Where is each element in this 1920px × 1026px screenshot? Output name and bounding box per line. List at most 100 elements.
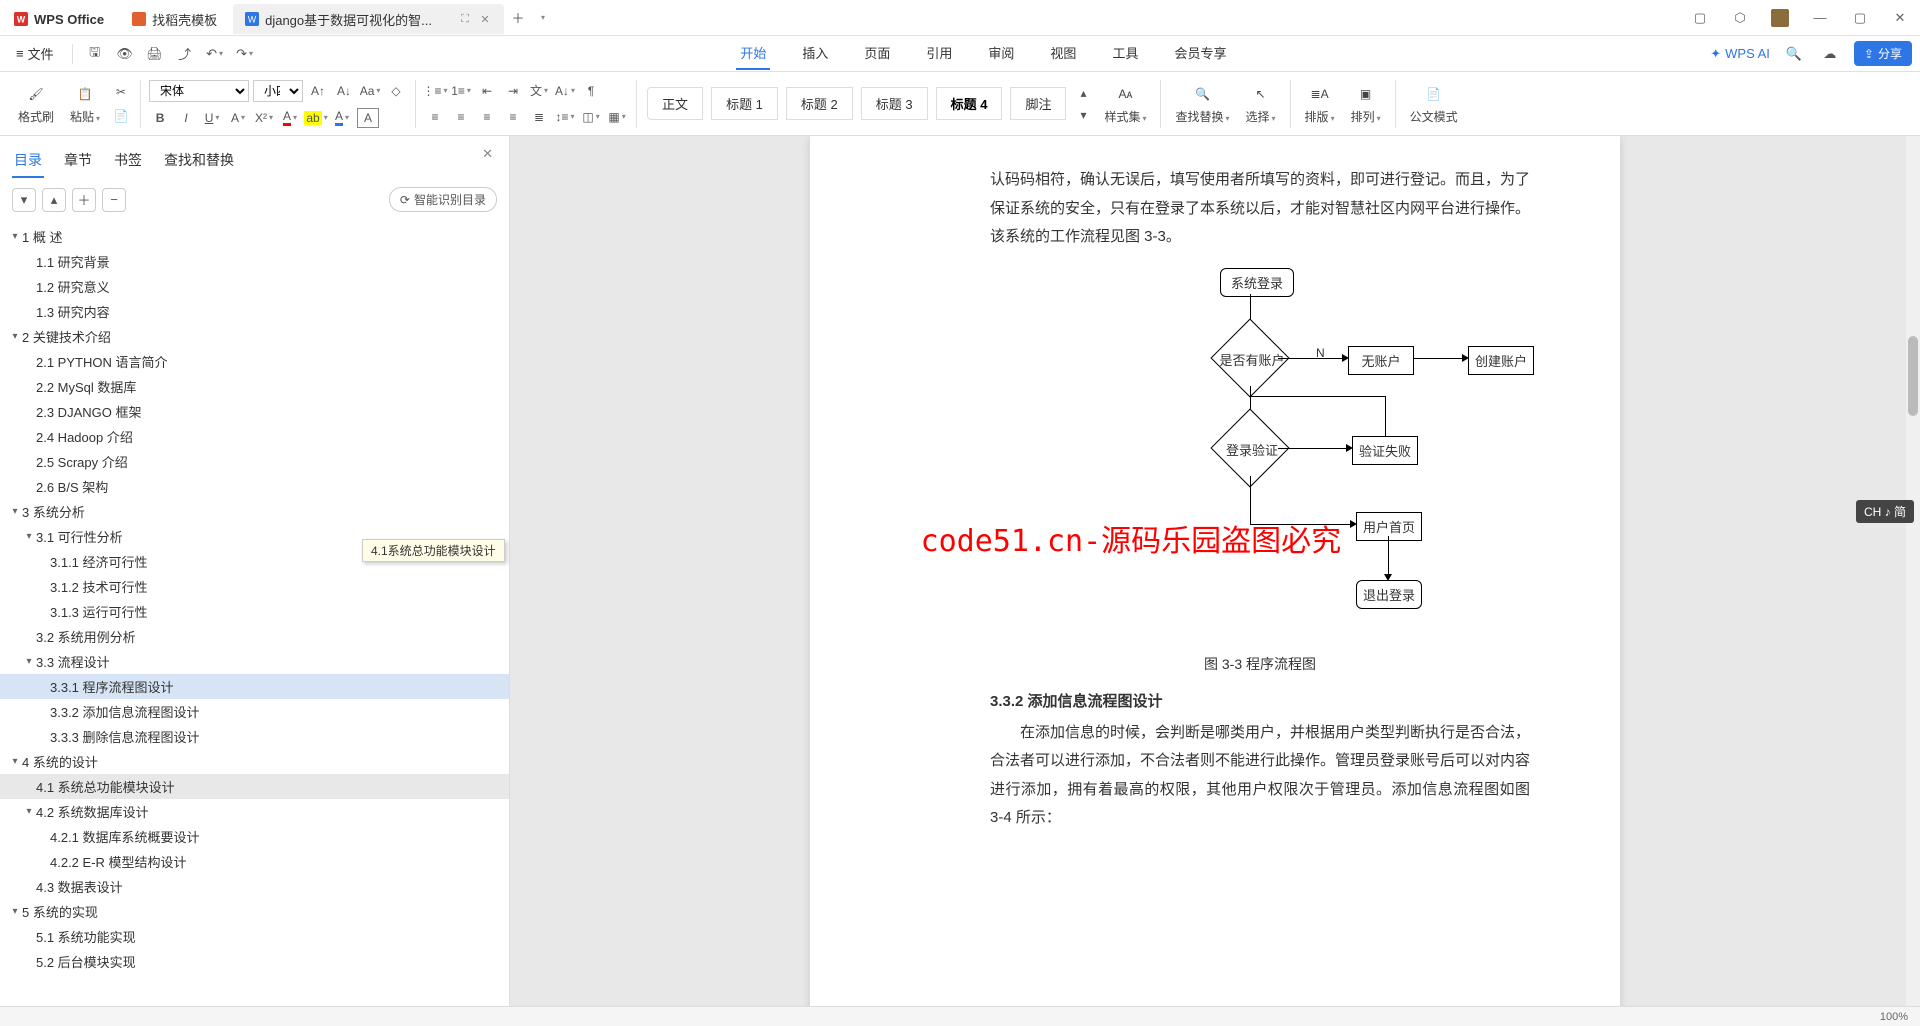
- decrease-font-icon[interactable]: A↓: [333, 81, 355, 101]
- underline-button[interactable]: U▾: [201, 108, 223, 128]
- smart-detect-button[interactable]: ⟳ 智能识别目录: [389, 187, 497, 212]
- outline-item[interactable]: ▾1 概 述: [0, 224, 509, 249]
- justify-icon[interactable]: ≡: [502, 107, 524, 127]
- style-gallery-up-icon[interactable]: ▴: [1072, 83, 1094, 103]
- tab-document[interactable]: W django基于数据可视化的智... ⛶ ✕: [233, 4, 504, 34]
- find-replace-button[interactable]: 🔍 查找替换▾: [1169, 80, 1235, 127]
- outline-item[interactable]: 4.1 系统总功能模块设计: [0, 774, 509, 799]
- document-area[interactable]: 认码码相符，确认无误后，填写使用者所填写的资料，即可进行登记。而且，为了保证系统…: [510, 136, 1920, 1006]
- outline-item[interactable]: ▾4.2 系统数据库设计: [0, 799, 509, 824]
- maximize-tab-icon[interactable]: ⛶: [458, 12, 472, 26]
- user-avatar-icon[interactable]: [1760, 0, 1800, 36]
- font-color-button[interactable]: A▾: [279, 108, 301, 128]
- remove-button[interactable]: −: [102, 188, 126, 212]
- outline-item[interactable]: 1.3 研究内容: [0, 299, 509, 324]
- outline-item[interactable]: 2.4 Hadoop 介绍: [0, 424, 509, 449]
- outline-item[interactable]: 2.6 B/S 架构: [0, 474, 509, 499]
- sidebar-tab-bookmark[interactable]: 书签: [112, 144, 144, 178]
- outline-item[interactable]: 4.2.2 E-R 模型结构设计: [0, 849, 509, 874]
- style-h3[interactable]: 标题 3: [861, 87, 928, 120]
- chevron-down-icon[interactable]: ▾: [8, 331, 22, 342]
- layout-button[interactable]: ≣A 排版▾: [1299, 80, 1341, 127]
- outline-item[interactable]: ▾2 关键技术介绍: [0, 324, 509, 349]
- new-tab-button[interactable]: ＋: [506, 6, 530, 30]
- save-icon[interactable]: 🖫: [83, 42, 107, 66]
- scrollbar-vertical[interactable]: [1906, 136, 1920, 1006]
- tab-view[interactable]: 视图: [1046, 37, 1080, 70]
- outline-item[interactable]: 3.3.2 添加信息流程图设计: [0, 699, 509, 724]
- chevron-down-icon[interactable]: ▾: [8, 231, 22, 242]
- outline-item[interactable]: 3.2 系统用例分析: [0, 624, 509, 649]
- outline-item[interactable]: 2.5 Scrapy 介绍: [0, 449, 509, 474]
- sidebar-tab-chapter[interactable]: 章节: [62, 144, 94, 178]
- outline-item[interactable]: 4.2.1 数据库系统概要设计: [0, 824, 509, 849]
- tab-tools[interactable]: 工具: [1108, 37, 1142, 70]
- close-button[interactable]: ✕: [1880, 0, 1920, 36]
- chevron-down-icon[interactable]: ▾: [22, 656, 36, 667]
- clear-format-icon[interactable]: ◇: [385, 81, 407, 101]
- outline-item[interactable]: 4.3 数据表设计: [0, 874, 509, 899]
- outline-item[interactable]: 1.2 研究意义: [0, 274, 509, 299]
- outline-item[interactable]: 2.3 DJANGO 框架: [0, 399, 509, 424]
- sort-icon[interactable]: A↓▾: [554, 81, 576, 101]
- superscript-button[interactable]: X²▾: [253, 108, 275, 128]
- text-direction-icon[interactable]: 文▾: [528, 81, 550, 101]
- outline-item[interactable]: 5.1 系统功能实现: [0, 924, 509, 949]
- scrollbar-thumb[interactable]: [1908, 336, 1918, 416]
- bullets-icon[interactable]: ⋮≡▾: [424, 81, 446, 101]
- style-footnote[interactable]: 脚注: [1010, 87, 1066, 120]
- zoom-level[interactable]: 100%: [1880, 1011, 1908, 1023]
- doc-mode-button[interactable]: 📄 公文模式: [1404, 80, 1464, 127]
- tab-review[interactable]: 审阅: [984, 37, 1018, 70]
- format-painter-button[interactable]: 🖌 格式刷: [12, 80, 60, 127]
- char-border-button[interactable]: A: [357, 108, 379, 128]
- align-left-icon[interactable]: ≡: [424, 107, 446, 127]
- para-shading-icon[interactable]: ◫▾: [580, 107, 602, 127]
- outline-item[interactable]: 5.2 后台模块实现: [0, 949, 509, 974]
- show-marks-icon[interactable]: ¶: [580, 81, 602, 101]
- undo-icon[interactable]: ↶▾: [203, 42, 227, 66]
- outline-tree[interactable]: ▾1 概 述1.1 研究背景1.2 研究意义1.3 研究内容▾2 关键技术介绍2…: [0, 220, 509, 1006]
- style-normal[interactable]: 正文: [647, 87, 703, 120]
- copy-icon[interactable]: 📄: [110, 106, 132, 126]
- maximize-button[interactable]: ▢: [1840, 0, 1880, 36]
- window-layout-icon[interactable]: ▢: [1680, 0, 1720, 36]
- strikethrough-button[interactable]: A▾: [227, 108, 249, 128]
- numbering-icon[interactable]: 1≡▾: [450, 81, 472, 101]
- cut-icon[interactable]: ✂: [110, 82, 132, 102]
- outline-item[interactable]: 3.1.2 技术可行性: [0, 574, 509, 599]
- tab-reference[interactable]: 引用: [922, 37, 956, 70]
- align-right-icon[interactable]: ≡: [476, 107, 498, 127]
- paste-button[interactable]: 📋 粘贴▾: [64, 80, 106, 127]
- font-name-select[interactable]: 宋体: [149, 80, 249, 102]
- outline-item[interactable]: ▾4 系统的设计: [0, 749, 509, 774]
- collapse-all-button[interactable]: ▾: [12, 188, 36, 212]
- align-center-icon[interactable]: ≡: [450, 107, 472, 127]
- sidebar-tab-find[interactable]: 查找和替换: [162, 144, 236, 178]
- outline-item[interactable]: 2.1 PYTHON 语言简介: [0, 349, 509, 374]
- chevron-down-icon[interactable]: ▾: [22, 531, 36, 542]
- font-size-select[interactable]: 小四: [253, 80, 303, 102]
- style-set-button[interactable]: Aᴀ 样式集▾: [1098, 80, 1152, 127]
- shading-button[interactable]: A▾: [331, 108, 353, 128]
- borders-icon[interactable]: ▦▾: [606, 107, 628, 127]
- italic-button[interactable]: I: [175, 108, 197, 128]
- highlight-button[interactable]: ab▾: [305, 108, 327, 128]
- share-button[interactable]: ⇪ 分享: [1854, 41, 1912, 66]
- decrease-indent-icon[interactable]: ⇤: [476, 81, 498, 101]
- bold-button[interactable]: B: [149, 108, 171, 128]
- tab-menu-button[interactable]: ▾: [530, 6, 554, 30]
- minimize-button[interactable]: —: [1800, 0, 1840, 36]
- select-button[interactable]: ↖ 选择▾: [1240, 80, 1282, 127]
- cloud-icon[interactable]: ☁: [1818, 42, 1842, 66]
- redo-icon[interactable]: ↷▾: [233, 42, 257, 66]
- style-gallery-down-icon[interactable]: ▾: [1072, 105, 1094, 125]
- tab-insert[interactable]: 插入: [798, 37, 832, 70]
- increase-font-icon[interactable]: A↑: [307, 81, 329, 101]
- close-tab-icon[interactable]: ✕: [478, 12, 492, 26]
- arrange-button[interactable]: ▣ 排列▾: [1345, 80, 1387, 127]
- outline-item[interactable]: 2.2 MySql 数据库: [0, 374, 509, 399]
- chevron-down-icon[interactable]: ▾: [8, 906, 22, 917]
- outline-item[interactable]: 3.1.3 运行可行性: [0, 599, 509, 624]
- chevron-down-icon[interactable]: ▾: [8, 756, 22, 767]
